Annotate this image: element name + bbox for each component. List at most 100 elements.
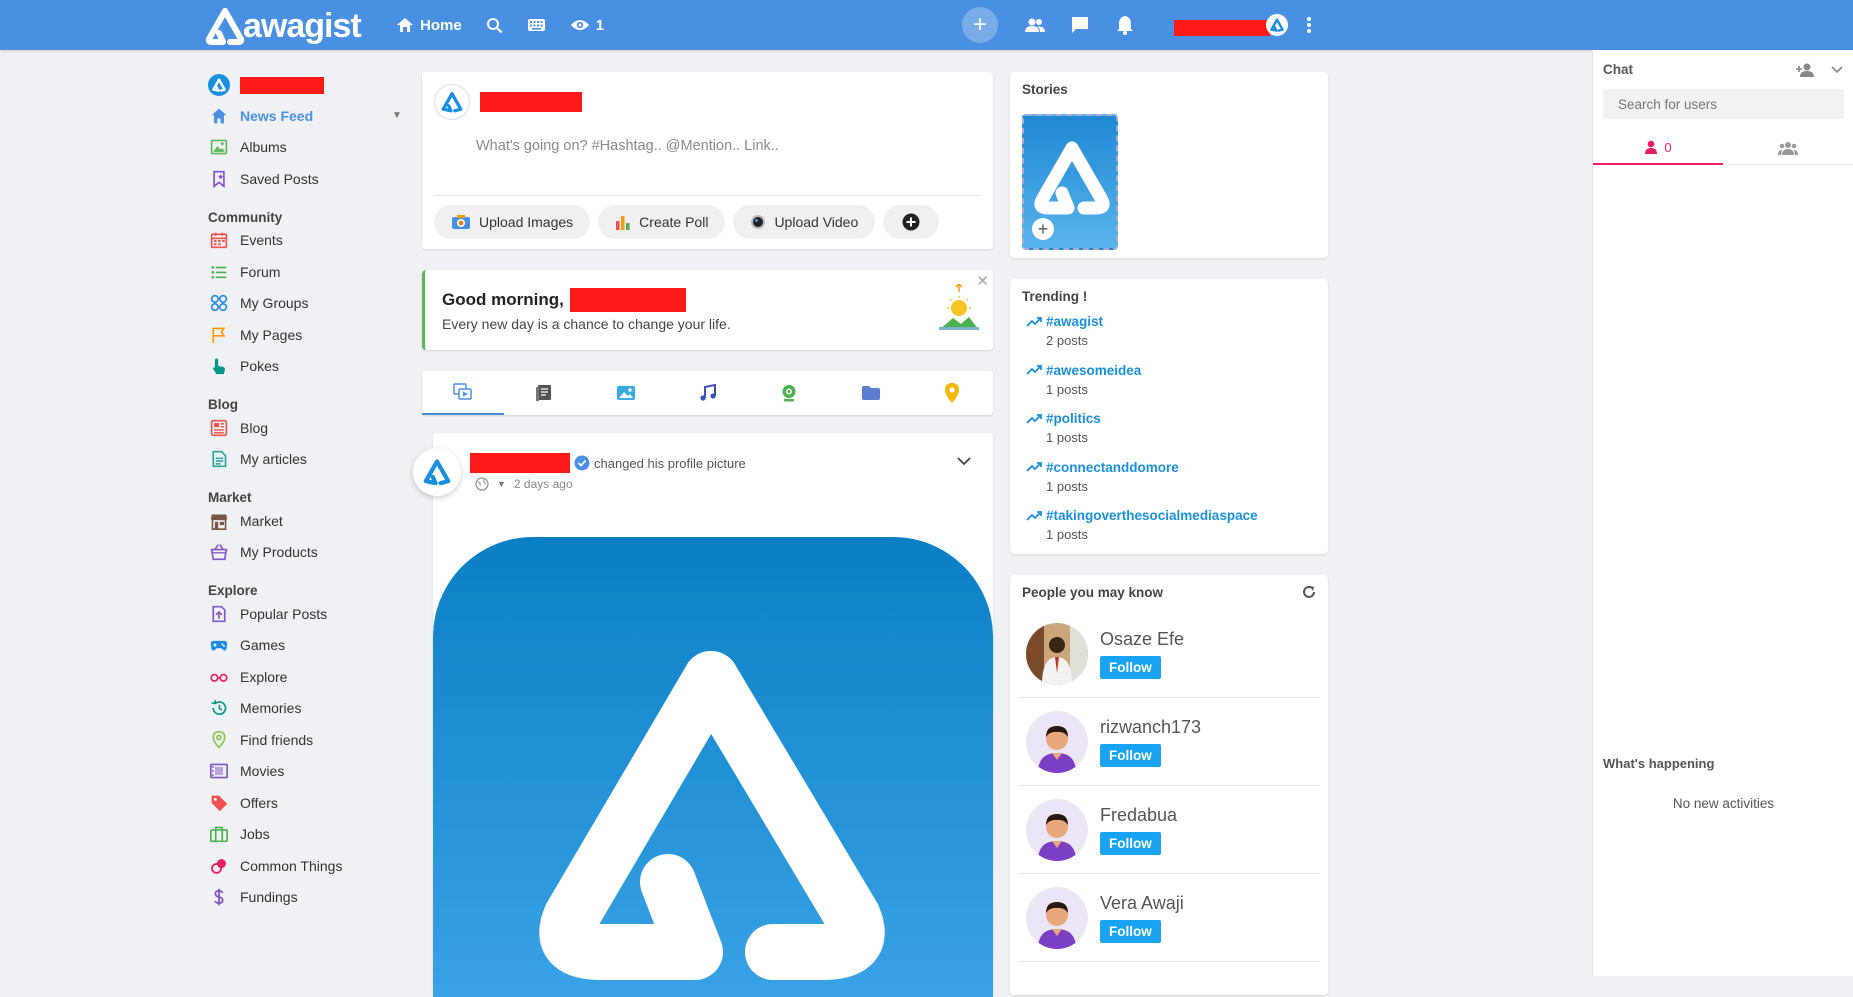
user-name-redacted[interactable] <box>1174 20 1270 36</box>
trending-tag[interactable]: #awagist <box>1026 314 1328 329</box>
home-link[interactable]: Home <box>396 17 462 34</box>
user-avatar[interactable] <box>1266 14 1288 36</box>
tab-all[interactable] <box>422 371 504 415</box>
notifications-icon[interactable] <box>1116 15 1134 35</box>
post-author-redacted[interactable] <box>470 453 570 473</box>
more-options-button[interactable] <box>883 205 940 239</box>
sidebar-item-common-things[interactable]: Common Things <box>208 850 408 882</box>
history-icon-wrap <box>208 697 230 719</box>
feed-post: changed his profile picture ▼ 2 days ago <box>413 433 993 997</box>
sidebar-item-forum[interactable]: Forum <box>208 256 408 288</box>
sidebar-item-fundings[interactable]: Fundings <box>208 882 408 914</box>
basket-icon-wrap <box>208 541 230 563</box>
sidebar-item-saved-posts[interactable]: Saved Posts <box>208 163 408 195</box>
tab-groups[interactable] <box>1723 131 1853 165</box>
create-poll-button[interactable]: Create Poll <box>598 205 726 239</box>
person-avatar[interactable] <box>1026 798 1088 861</box>
sidebar-item-my-pages[interactable]: My Pages <box>208 319 408 351</box>
create-button[interactable]: + <box>962 7 998 43</box>
sidebar-item-find-friends[interactable]: Find friends <box>208 724 408 756</box>
add-story-tile[interactable]: + <box>1022 114 1118 250</box>
keyboard-button[interactable] <box>527 18 546 32</box>
views-button[interactable]: 1 <box>570 17 604 34</box>
news-feed-dropdown-icon[interactable]: ▼ <box>392 110 402 121</box>
sidebar-item-label: My Products <box>240 544 318 561</box>
sidebar-item-blog[interactable]: Blog <box>208 412 408 444</box>
follow-button[interactable]: Follow <box>1100 743 1161 767</box>
sidebar-item-movies[interactable]: Movies <box>208 756 408 788</box>
search-button[interactable] <box>486 17 503 34</box>
trending-tag[interactable]: #politics <box>1026 411 1328 426</box>
follow-button[interactable]: Follow <box>1100 831 1161 855</box>
messages-icon[interactable] <box>1070 16 1090 34</box>
post-image[interactable] <box>433 537 993 997</box>
sidebar-explore-list: Popular Posts Games Explore Memories Find fr… <box>208 598 408 913</box>
refresh-icon[interactable] <box>1302 585 1316 599</box>
tab-photos[interactable] <box>585 371 667 415</box>
sidebar-item-memories[interactable]: Memories <box>208 693 408 725</box>
trending-tag-text: #awesomeidea <box>1046 362 1142 378</box>
blog-icon <box>210 419 228 436</box>
sidebar-item-albums[interactable]: Albums <box>208 132 408 164</box>
brand-logo[interactable]: awagist <box>205 7 362 45</box>
sidebar-item-my-articles[interactable]: My articles <box>208 444 408 476</box>
more-menu-icon[interactable] <box>1306 16 1312 34</box>
trending-item[interactable]: #politics 1 posts <box>1010 411 1328 460</box>
trending-tag[interactable]: #takingoverthesocialmediaspace <box>1026 508 1328 523</box>
sidebar-item-my-products[interactable]: My Products <box>208 537 408 569</box>
add-user-icon[interactable] <box>1795 63 1817 77</box>
chat-title: Chat <box>1603 62 1633 77</box>
post-author-avatar[interactable] <box>413 448 461 496</box>
tab-files[interactable] <box>830 371 912 415</box>
chat-search-input[interactable] <box>1603 89 1844 119</box>
sidebar-item-my-groups[interactable]: My Groups <box>208 288 408 320</box>
person-avatar[interactable] <box>1026 622 1088 685</box>
post-header: changed his profile picture <box>470 453 746 473</box>
tab-online-users[interactable]: 0 <box>1593 131 1723 165</box>
image-icon <box>210 139 228 155</box>
tab-music[interactable] <box>667 371 749 415</box>
privacy-dropdown-icon[interactable]: ▼ <box>497 479 506 489</box>
tab-places[interactable] <box>911 371 993 415</box>
sidebar-item-jobs[interactable]: Jobs <box>208 819 408 851</box>
follow-button[interactable]: Follow <box>1100 919 1161 943</box>
upload-images-button[interactable]: Upload Images <box>434 205 591 239</box>
trending-tag[interactable]: #awesomeidea <box>1026 363 1328 378</box>
create-poll-label: Create Poll <box>639 214 709 230</box>
tab-text[interactable] <box>504 371 586 415</box>
composer-input[interactable]: What's going on? #Hashtag.. @Mention.. L… <box>422 132 993 182</box>
person-avatar[interactable] <box>1026 710 1088 773</box>
sidebar-item-news-feed[interactable]: News Feed ▼ <box>208 100 408 132</box>
trending-tag[interactable]: #connectanddomore <box>1026 460 1328 475</box>
home-icon-wrap <box>208 105 230 127</box>
sidebar-item-explore[interactable]: Explore <box>208 661 408 693</box>
sidebar-item-pokes[interactable]: Pokes <box>208 351 408 383</box>
follow-button[interactable]: Follow <box>1100 655 1161 679</box>
person-name[interactable]: Fredabua <box>1100 805 1177 826</box>
sidebar-item-popular-posts[interactable]: Popular Posts <box>208 598 408 630</box>
default-avatar-icon <box>1038 725 1076 773</box>
chevron-down-icon[interactable] <box>1831 65 1843 74</box>
people-title: People you may know <box>1010 575 1328 610</box>
stories-title: Stories <box>1022 82 1068 97</box>
trending-item[interactable]: #awesomeidea 1 posts <box>1010 363 1328 412</box>
person-name[interactable]: Vera Awaji <box>1100 893 1184 914</box>
person-name[interactable]: rizwanch173 <box>1100 717 1201 738</box>
person-name[interactable]: Osaze Efe <box>1100 629 1184 650</box>
trending-item[interactable]: #takingoverthesocialmediaspace 1 posts <box>1010 508 1328 557</box>
sidebar-item-offers[interactable]: Offers <box>208 787 408 819</box>
upload-video-button[interactable]: Upload Video <box>733 205 876 239</box>
friends-icon[interactable] <box>1024 17 1046 33</box>
tab-live[interactable] <box>748 371 830 415</box>
sidebar-item-events[interactable]: Events <box>208 225 408 257</box>
sidebar-item-market[interactable]: Market <box>208 505 408 537</box>
trending-count: 2 posts <box>1046 333 1088 348</box>
sidebar-item-games[interactable]: Games <box>208 630 408 662</box>
person-avatar[interactable] <box>1026 886 1088 949</box>
trending-item[interactable]: #awagist 2 posts <box>1010 314 1328 363</box>
sidebar-profile[interactable] <box>208 70 408 100</box>
post-options-chevron-icon[interactable] <box>957 456 971 466</box>
globe-icon[interactable] <box>475 477 489 491</box>
add-story-plus-icon[interactable]: + <box>1032 218 1054 240</box>
trending-item[interactable]: #connectanddomore 1 posts <box>1010 460 1328 509</box>
